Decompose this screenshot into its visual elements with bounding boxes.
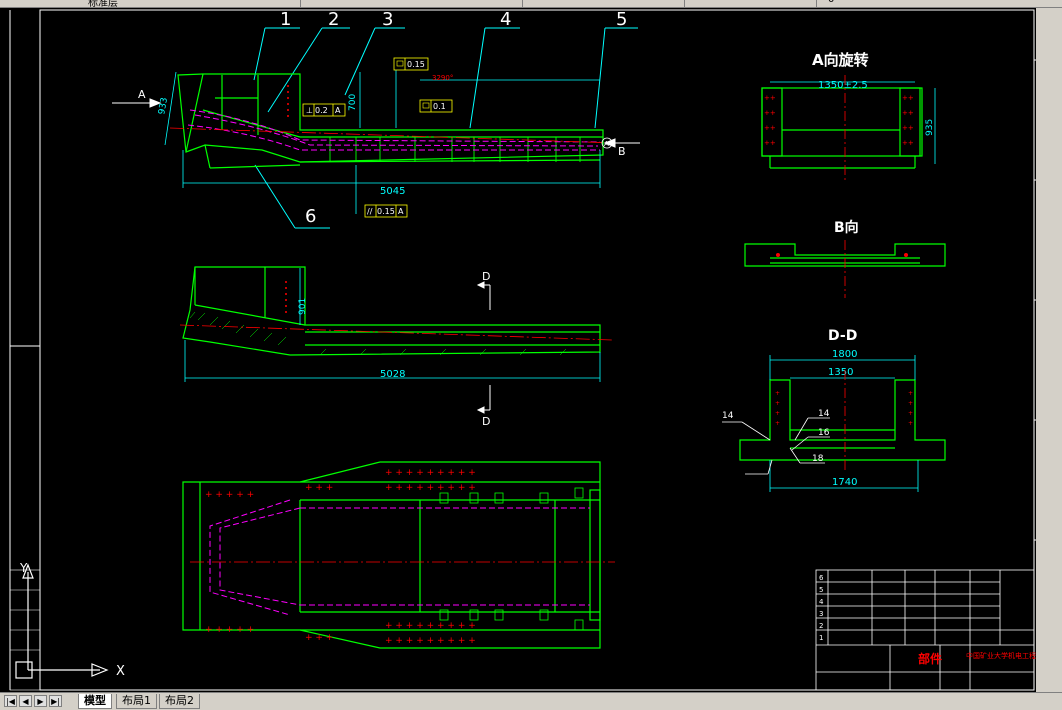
svg-text://: // bbox=[367, 207, 373, 216]
svg-text:4: 4 bbox=[819, 598, 824, 606]
svg-text:0.1: 0.1 bbox=[433, 102, 446, 111]
svg-text:A: A bbox=[335, 106, 341, 115]
cut-label-top: D bbox=[482, 270, 490, 283]
lineweight-dropdown[interactable] bbox=[524, 0, 685, 7]
svg-text:+: + bbox=[908, 390, 913, 397]
first-tab-button[interactable]: |◀ bbox=[4, 695, 17, 707]
svg-text:+: + bbox=[908, 420, 913, 427]
style-field-value: 0 bbox=[828, 0, 834, 5]
svg-text:++: ++ bbox=[902, 94, 914, 102]
balloon-6: 6 bbox=[305, 206, 316, 227]
plotstyle-dropdown[interactable] bbox=[686, 0, 817, 7]
svg-text:+: + bbox=[775, 420, 780, 427]
tol-frame-parallelism: // 0.15 A bbox=[364, 204, 408, 218]
svg-text:14: 14 bbox=[818, 409, 830, 419]
svg-text:+ + + + +: + + + + + bbox=[205, 490, 254, 500]
svg-text:++: ++ bbox=[764, 139, 776, 147]
vertical-scrollbar[interactable] bbox=[1036, 8, 1062, 692]
view-dd-top-dim: 1800 bbox=[832, 349, 857, 360]
svg-text:+: + bbox=[775, 390, 780, 397]
view-dd-title: D-D bbox=[828, 328, 857, 344]
tol-frame-perpendicularity: ⊥ 0.2 A bbox=[302, 103, 346, 117]
svg-text:+ + + + +: + + + + + bbox=[205, 625, 254, 635]
cut-label-bottom: D bbox=[482, 415, 490, 428]
svg-text:B: B bbox=[618, 145, 626, 158]
svg-text:A: A bbox=[398, 207, 404, 216]
svg-text:0.15: 0.15 bbox=[407, 60, 425, 69]
balloon-1: 1 bbox=[280, 9, 291, 30]
tab-layout-1[interactable]: 布局1 bbox=[116, 694, 157, 709]
linetype-dropdown[interactable] bbox=[302, 0, 523, 7]
layer-name: 标准层 bbox=[88, 0, 118, 8]
svg-text:5: 5 bbox=[819, 586, 823, 594]
svg-text:++: ++ bbox=[902, 109, 914, 117]
svg-text:++: ++ bbox=[902, 139, 914, 147]
ucs-y-label: Y bbox=[19, 561, 28, 575]
title-block-title: 部件 bbox=[918, 651, 942, 666]
balloon-5: 5 bbox=[616, 9, 627, 30]
svg-text:A: A bbox=[138, 88, 146, 101]
svg-text:+: + bbox=[908, 400, 913, 407]
main-angle-text: 3290° bbox=[432, 74, 453, 82]
svg-text:++: ++ bbox=[764, 109, 776, 117]
layer-dropdown[interactable]: 标准层 bbox=[0, 0, 301, 7]
main-length-dim: 5045 bbox=[380, 186, 405, 197]
main-vertical-dim: 700 bbox=[348, 94, 358, 111]
section-length-dim: 5028 bbox=[380, 369, 405, 380]
svg-text:2: 2 bbox=[819, 622, 823, 630]
toolbar: 标准层 0 bbox=[0, 0, 1062, 8]
style-field[interactable]: 0 bbox=[818, 0, 1062, 7]
svg-text:+ + + + + + + + +: + + + + + + + + + bbox=[385, 621, 476, 631]
svg-text:+ + + + + + + + +: + + + + + + + + + bbox=[385, 468, 476, 478]
svg-text:18: 18 bbox=[812, 454, 824, 464]
view-a-height-dim: 935 bbox=[925, 119, 935, 136]
tab-model[interactable]: 模型 bbox=[78, 694, 112, 709]
view-a-width-dim: 1350±2.5 bbox=[818, 80, 868, 91]
svg-text:⊥: ⊥ bbox=[306, 106, 313, 115]
svg-text:1: 1 bbox=[819, 634, 823, 642]
balloon-2: 2 bbox=[328, 9, 339, 30]
svg-text:+ + +: + + + bbox=[305, 483, 333, 493]
drawing-canvas[interactable]: BDF HJKL 1 2 3 4 5 6 bbox=[0, 8, 1062, 692]
svg-text:3: 3 bbox=[819, 610, 823, 618]
next-tab-button[interactable]: ▶ bbox=[34, 695, 47, 707]
view-dd-bottom-dim: 1740 bbox=[832, 477, 857, 488]
svg-text:+: + bbox=[775, 410, 780, 417]
datum-a-label: A bbox=[604, 140, 609, 148]
svg-text:+: + bbox=[908, 410, 913, 417]
balloon-3: 3 bbox=[382, 9, 393, 30]
svg-text:14: 14 bbox=[722, 411, 734, 421]
svg-text:++: ++ bbox=[764, 124, 776, 132]
layout-tab-bar: |◀ ◀ ▶ ▶| 模型 布局1 布局2 bbox=[0, 692, 1062, 710]
prev-tab-button[interactable]: ◀ bbox=[19, 695, 32, 707]
tab-layout-2[interactable]: 布局2 bbox=[159, 694, 200, 709]
view-a-title: A向旋转 bbox=[812, 51, 869, 69]
view-b-title: B向 bbox=[834, 219, 859, 236]
svg-text:0.2: 0.2 bbox=[315, 106, 328, 115]
svg-text:+ + +: + + + bbox=[305, 633, 333, 643]
svg-text:+ + + + + + + + +: + + + + + + + + + bbox=[385, 636, 476, 646]
svg-text:0.15: 0.15 bbox=[377, 207, 395, 216]
svg-text:+: + bbox=[775, 400, 780, 407]
svg-text:+ + + + + + + + +: + + + + + + + + + bbox=[385, 483, 476, 493]
svg-text:16: 16 bbox=[818, 428, 830, 438]
section-height-dim: 901 bbox=[298, 298, 308, 315]
svg-text:++: ++ bbox=[902, 124, 914, 132]
ucs-x-label: X bbox=[116, 664, 125, 679]
last-tab-button[interactable]: ▶| bbox=[49, 695, 62, 707]
svg-text:6: 6 bbox=[819, 574, 824, 582]
balloon-4: 4 bbox=[500, 9, 511, 30]
view-dd-inner-dim: 1350 bbox=[828, 367, 853, 378]
svg-text:++: ++ bbox=[764, 94, 776, 102]
